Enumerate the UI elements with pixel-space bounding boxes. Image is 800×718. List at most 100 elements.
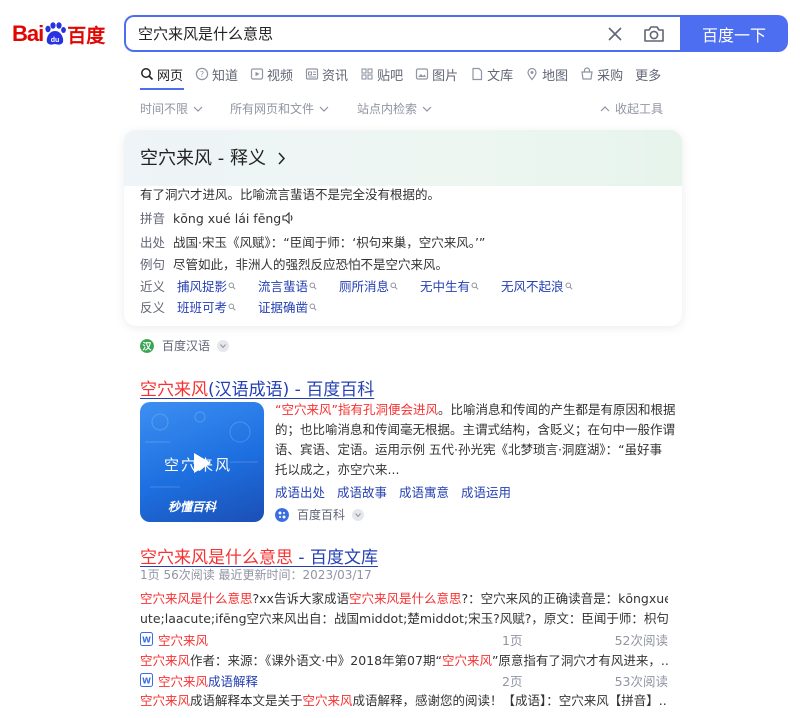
filter-site[interactable]: 站点内检索: [357, 100, 432, 117]
search-icon: [309, 303, 317, 311]
synonym-link[interactable]: 流言蜚语: [258, 276, 317, 295]
doc-pages: 2页: [502, 674, 523, 689]
tab-wenku[interactable]: 文库: [470, 64, 513, 84]
result-snippet: “空穴来风”指有孔洞便会进风。比喻消息和传闻的产生都是有原因和根据 的；也比喻消…: [275, 402, 676, 477]
idiom-title-text: 空穴来风 - 释义: [140, 148, 266, 169]
result-title[interactable]: 空穴来风(汉语成语) - 百度百科: [140, 375, 374, 400]
doc-description: 空穴来风成语解释本文是关于空穴来风成语解释，感谢您的阅读！【成语】：空穴来风【拼…: [140, 693, 668, 708]
antonym-link[interactable]: 班班可考: [177, 297, 236, 316]
result-sublinks: 成语出处 成语故事 成语寓意 成语运用: [275, 482, 523, 501]
tab-label: 地图: [542, 68, 569, 84]
search-box: [124, 15, 680, 52]
synonym-link[interactable]: 厕所消息: [339, 276, 398, 295]
tab-more[interactable]: 更多: [635, 64, 661, 84]
video-icon: [250, 68, 264, 80]
filter-label: 站点内检索: [357, 102, 418, 116]
tab-map[interactable]: 地图: [525, 64, 568, 84]
video-thumbnail[interactable]: 空穴来风 秒懂百科: [140, 402, 264, 522]
purchase-icon: [581, 67, 593, 80]
sublink[interactable]: 成语寓意: [399, 482, 449, 501]
source-name: 百度汉语: [162, 339, 211, 353]
logo-paw-text: du: [51, 37, 60, 44]
search-button[interactable]: 百度一下: [680, 15, 788, 52]
chevron-down-icon[interactable]: [352, 508, 365, 521]
header: Bai du 百度 百度一下: [0, 0, 800, 60]
doc-title: 空穴来风成语解释: [158, 674, 259, 689]
example-label: 例句: [140, 257, 166, 272]
baidu-hanyu-icon: 汉: [140, 338, 154, 353]
tab-label: 文库: [487, 68, 514, 84]
svg-text:W: W: [142, 636, 151, 645]
source-name: 百度百科: [297, 508, 346, 522]
doc-item[interactable]: W 空穴来风成语解释 2页 53次阅读: [140, 671, 668, 689]
filter-filetype[interactable]: 所有网页和文件: [230, 100, 329, 117]
question-icon: ?: [195, 67, 209, 81]
tab-label: 视频: [267, 68, 294, 84]
synonym-link[interactable]: 捕风捉影: [177, 276, 236, 295]
tab-video[interactable]: 视频: [250, 64, 293, 84]
clear-icon[interactable]: [604, 23, 626, 45]
synonym-link[interactable]: 无中生有: [420, 276, 479, 295]
speaker-icon[interactable]: [282, 211, 295, 225]
search-icon: [309, 282, 317, 290]
tab-tieba[interactable]: 贴吧: [360, 64, 403, 84]
search-input[interactable]: [138, 24, 558, 42]
tab-label: 图片: [432, 68, 459, 84]
result-source[interactable]: 百度百科: [275, 506, 365, 523]
tab-web[interactable]: 网页: [140, 64, 183, 84]
tab-purchase[interactable]: 采购: [580, 64, 623, 84]
result-title[interactable]: 空穴来风是什么意思 - 百度文库: [140, 543, 378, 568]
baidu-logo[interactable]: Bai du 百度: [12, 17, 105, 51]
tab-label: 贴吧: [377, 68, 404, 84]
filter-label: 收起工具: [615, 102, 664, 116]
card-source[interactable]: 汉 百度汉语: [140, 337, 230, 354]
sublink[interactable]: 成语故事: [337, 482, 387, 501]
search-icon: [565, 282, 573, 290]
synonym-link[interactable]: 无风不起浪: [501, 276, 573, 295]
tab-label: 资讯: [322, 68, 349, 84]
paw-logo-icon: du: [45, 22, 67, 45]
synonyms-row: 近义 捕风捉影 流言蜚语 厕所消息 无中生有 无风不起浪: [140, 276, 591, 295]
doc-icon: [472, 67, 483, 81]
source-label: 出处: [140, 235, 166, 250]
active-tab-indicator: [140, 88, 184, 90]
sublink[interactable]: 成语出处: [275, 482, 325, 501]
doc-description: 空穴来风作者：来源：《课外语文·中》2018年第07期“空穴来风”原意指有了洞穴…: [140, 653, 668, 668]
idiom-source-row: 出处 战国·宋玉《风赋》：“臣闻于师：‘枳句来巢，空穴来风。’”: [140, 232, 485, 251]
logo-text-baidu: 百度: [67, 24, 106, 47]
example-text: 尽管如此，非洲人的强烈反应恐怕不是空穴来风。: [173, 257, 449, 272]
sublink[interactable]: 成语运用: [461, 482, 511, 501]
play-icon[interactable]: [188, 450, 214, 476]
map-icon: [527, 67, 537, 81]
tieba-icon: [361, 68, 373, 80]
chevron-down-icon: [319, 106, 329, 112]
search-icon: [228, 303, 236, 311]
idiom-title[interactable]: 空穴来风 - 释义: [140, 144, 286, 170]
tab-label: 采购: [597, 68, 624, 84]
doc-reads: 53次阅读: [614, 674, 668, 689]
tab-images[interactable]: 图片: [415, 64, 458, 84]
antonyms-row: 反义 班班可考 证据确凿: [140, 297, 335, 316]
doc-item[interactable]: W 空穴来风 1页 52次阅读: [140, 630, 668, 648]
search-tabs: 网页 ? 知道 视频 资讯 贴吧 图片 文库 地图 采购 更多: [140, 64, 673, 84]
chevron-down-icon[interactable]: [217, 339, 230, 352]
tab-news[interactable]: 资讯: [305, 64, 348, 84]
result-snippet-line: ute;laacute;ifēng空穴来风出自：战国middot;楚middot…: [140, 611, 668, 626]
svg-text:汉: 汉: [142, 340, 152, 352]
tab-label: 网页: [157, 68, 184, 84]
svg-text:?: ?: [200, 70, 204, 79]
result-meta: 1页 56次阅读 最近更新时间：2023/03/17: [140, 568, 372, 582]
pinyin-label: 拼音: [140, 211, 166, 226]
idiom-card: 空穴来风 - 释义 有了洞穴才进风。比喻流言蜚语不是完全没有根据的。 拼音 kōn…: [124, 130, 682, 326]
doc-title: 空穴来风: [158, 633, 209, 648]
svg-text:W: W: [142, 677, 151, 686]
filter-time[interactable]: 时间不限: [140, 100, 203, 117]
chevron-up-icon: [600, 105, 610, 111]
antonym-link[interactable]: 证据确凿: [258, 297, 317, 316]
doc-reads: 52次阅读: [614, 633, 668, 648]
collapse-tools-button[interactable]: 收起工具: [600, 100, 663, 117]
tab-label: 更多: [635, 68, 662, 84]
camera-icon[interactable]: [642, 23, 666, 45]
tab-zhidao[interactable]: ? 知道: [195, 64, 238, 84]
source-text: 战国·宋玉《风赋》：“臣闻于师：‘枳句来巢，空穴来风。’”: [173, 235, 486, 250]
